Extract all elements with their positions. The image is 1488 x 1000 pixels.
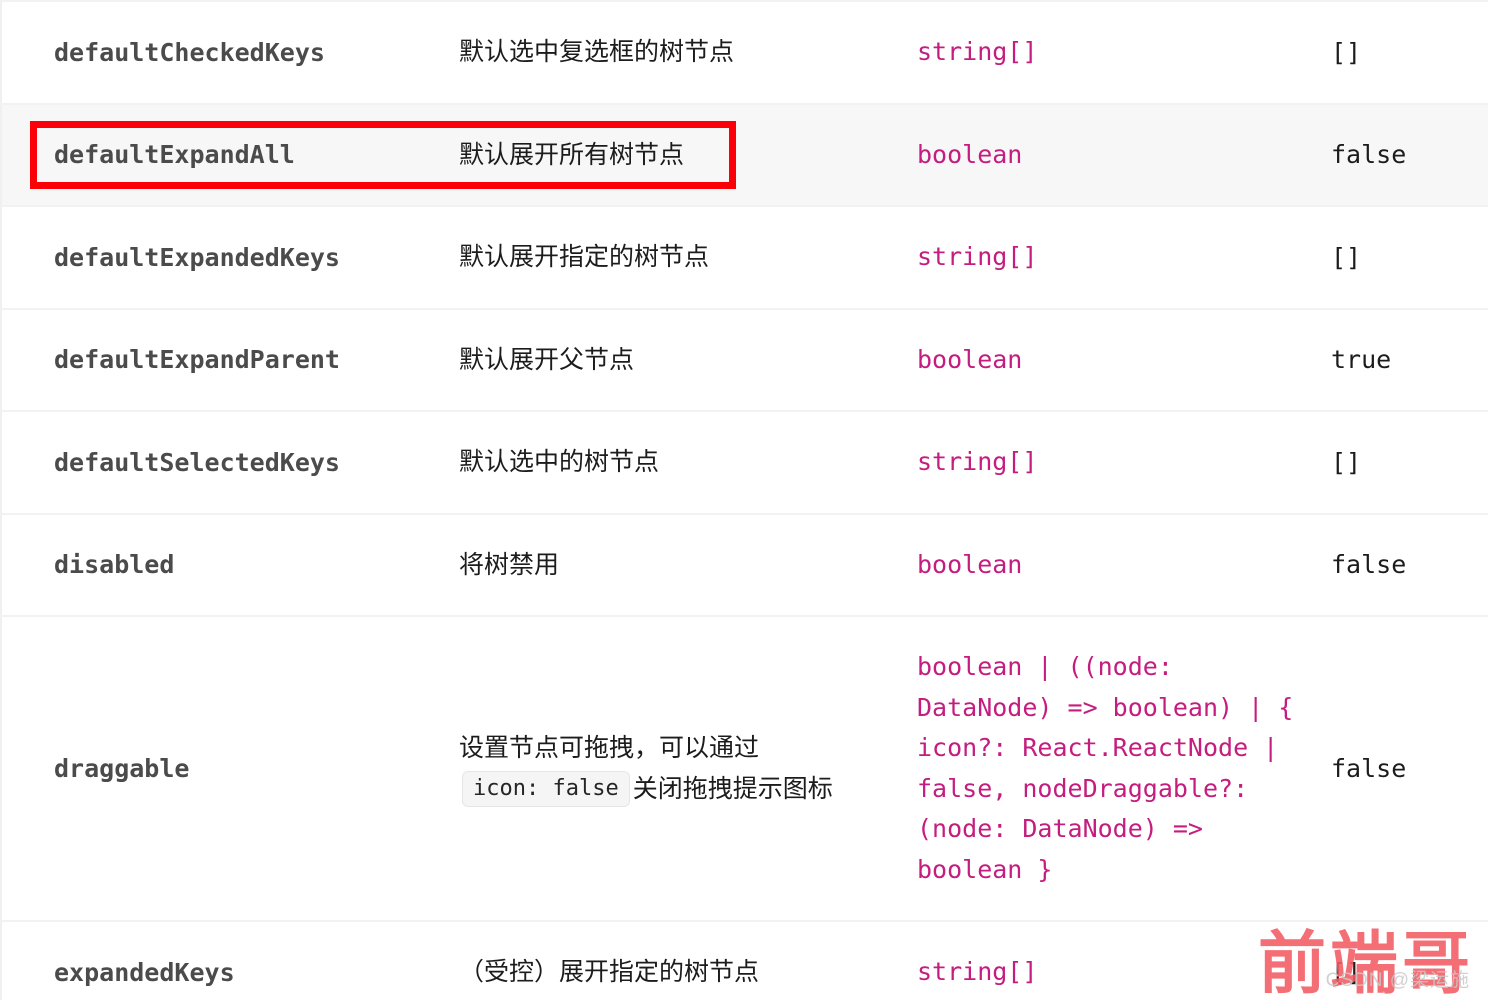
table-row: defaultSelectedKeys 默认选中的树节点 string[] [] [1,410,1488,514]
watermark-csdn: CSDN @梁运施 [1325,970,1470,991]
property-default: [] [1331,37,1362,67]
property-default: true [1331,345,1392,375]
table-row: defaultCheckedKeys 默认选中复选框的树节点 string[] … [1,0,1488,104]
table-cell-property: defaultExpandedKeys [1,205,445,309]
property-type: string[] [917,37,1038,66]
inline-code-chip: icon: false [462,770,630,807]
property-description: 设置节点可拖拽，可以通过 icon: false 关闭拖拽提示图标 [459,734,833,807]
property-default: [] [1331,242,1362,272]
property-name: defaultExpandedKeys [54,242,340,272]
table-cell-default: false [1331,512,1488,616]
property-name: draggable [54,754,190,783]
property-default: false [1331,550,1407,580]
table-cell-description: 默认展开指定的树节点 [445,205,889,309]
property-description: 将树禁用 [459,550,560,579]
table-cell-description: 默认展开所有树节点 [445,102,889,206]
table-cell-type: boolean [889,512,1331,616]
table-cell-property: draggable [1,615,445,921]
table-cell-description: 默认展开父节点 [445,307,889,411]
property-name: expandedKeys [54,957,235,987]
table-cell-property: expandedKeys [1,920,445,1000]
api-documentation-page: defaultCheckedKeys 默认选中复选框的树节点 string[] … [0,0,1488,1000]
table-cell-description: 默认选中复选框的树节点 [445,0,889,104]
table-row: draggable 设置节点可拖拽，可以通过 icon: false 关闭拖拽提示图… [1,615,1488,921]
table-cell-property: defaultExpandParent [1,307,445,411]
description-prefix: 设置节点可拖拽，可以通过 [459,734,760,762]
table-cell-property: disabled [1,512,445,616]
table-cell-default: true [1331,307,1488,411]
table-cell-description: 将树禁用 [445,512,889,616]
property-type: boolean [917,549,1023,579]
table-cell-description: 设置节点可拖拽，可以通过 icon: false 关闭拖拽提示图标 [445,615,889,921]
property-type: boolean [917,344,1023,374]
table-cell-description: （受控）展开指定的树节点 [445,920,889,1000]
property-description: （受控）展开指定的树节点 [459,958,760,986]
property-default: false [1331,140,1407,170]
table-row-highlighted: defaultExpandAll 默认展开所有树节点 boolean false [1,102,1488,206]
property-default: [] [1331,447,1362,477]
property-type: boolean [917,139,1023,169]
table-cell-type: boolean | ((node: DataNode) => boolean) … [889,615,1331,921]
property-type: string[] [917,957,1038,986]
property-name: defaultSelectedKeys [54,447,340,477]
table-cell-property: defaultCheckedKeys [1,0,445,104]
table-cell-property: defaultSelectedKeys [1,410,445,514]
description-suffix: 关闭拖拽提示图标 [632,774,833,803]
property-description: 默认展开所有树节点 [459,140,685,169]
table-row: disabled 将树禁用 boolean false [1,512,1488,616]
table-cell-default: false [1331,102,1488,206]
table-cell-type: boolean [889,102,1331,206]
property-description: 默认展开父节点 [459,345,635,374]
table-cell-description: 默认选中的树节点 [445,410,889,514]
api-props-table: defaultCheckedKeys 默认选中复选框的树节点 string[] … [0,0,1488,1000]
property-type: string[] [917,242,1038,271]
table-cell-default: [] [1331,205,1488,309]
property-type: boolean | ((node: DataNode) => boolean) … [917,652,1309,884]
property-name: defaultExpandAll [54,140,295,170]
table-cell-type: string[] [889,410,1331,514]
property-name: defaultCheckedKeys [54,37,325,67]
table-cell-type: string[] [889,0,1331,104]
table-cell-property: defaultExpandAll [1,102,445,206]
property-name: disabled [54,550,175,580]
table-row: defaultExpandParent 默认展开父节点 boolean true [1,307,1488,411]
property-type: string[] [917,447,1038,476]
api-table-body: defaultCheckedKeys 默认选中复选框的树节点 string[] … [1,0,1488,1000]
table-cell-type: string[] [889,205,1331,309]
table-cell-default: [] [1331,410,1488,514]
table-cell-type: boolean [889,307,1331,411]
property-name: defaultExpandParent [54,345,340,375]
property-description: 默认展开指定的树节点 [459,243,710,271]
table-row: defaultExpandedKeys 默认展开指定的树节点 string[] … [1,205,1488,309]
property-default: false [1331,754,1407,783]
table-cell-default: [] [1331,0,1488,104]
property-description: 默认选中复选框的树节点 [459,38,735,66]
table-cell-default: false [1331,615,1488,921]
property-description: 默认选中的树节点 [459,448,660,476]
